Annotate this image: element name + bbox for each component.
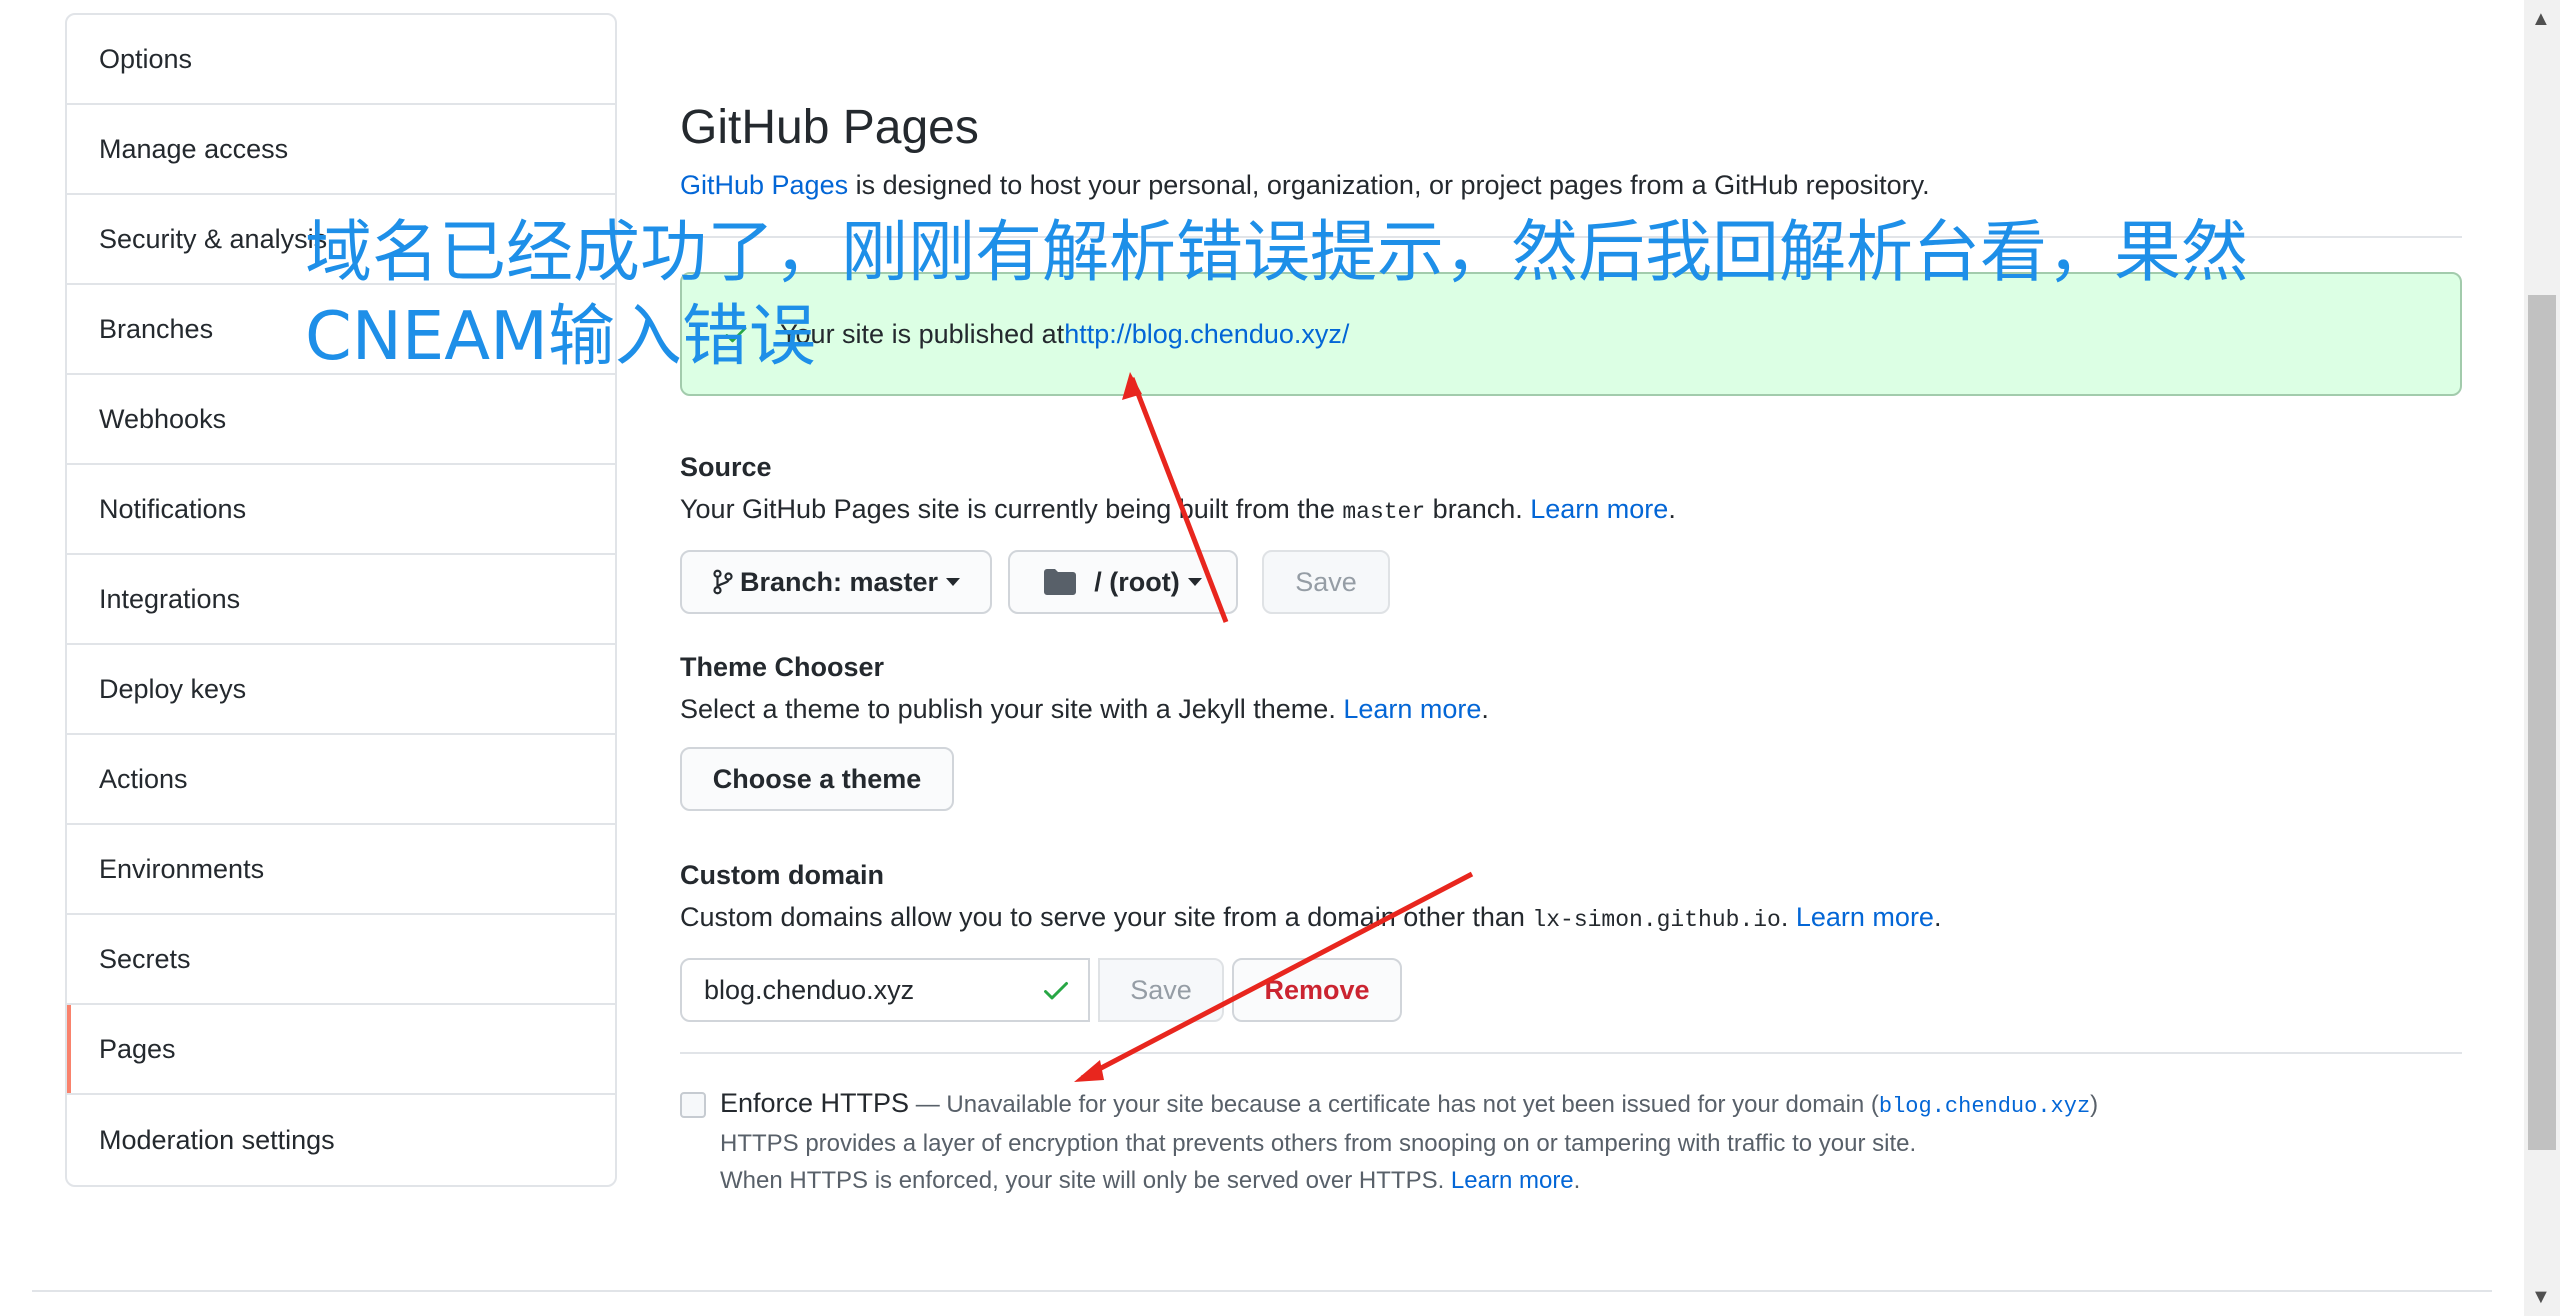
annotation-arrows (1074, 372, 1474, 1082)
annotation-arrow-down (1080, 871, 1474, 1081)
annotation-arrow-up (1129, 377, 1229, 623)
arrow-head-down (1074, 1060, 1104, 1082)
